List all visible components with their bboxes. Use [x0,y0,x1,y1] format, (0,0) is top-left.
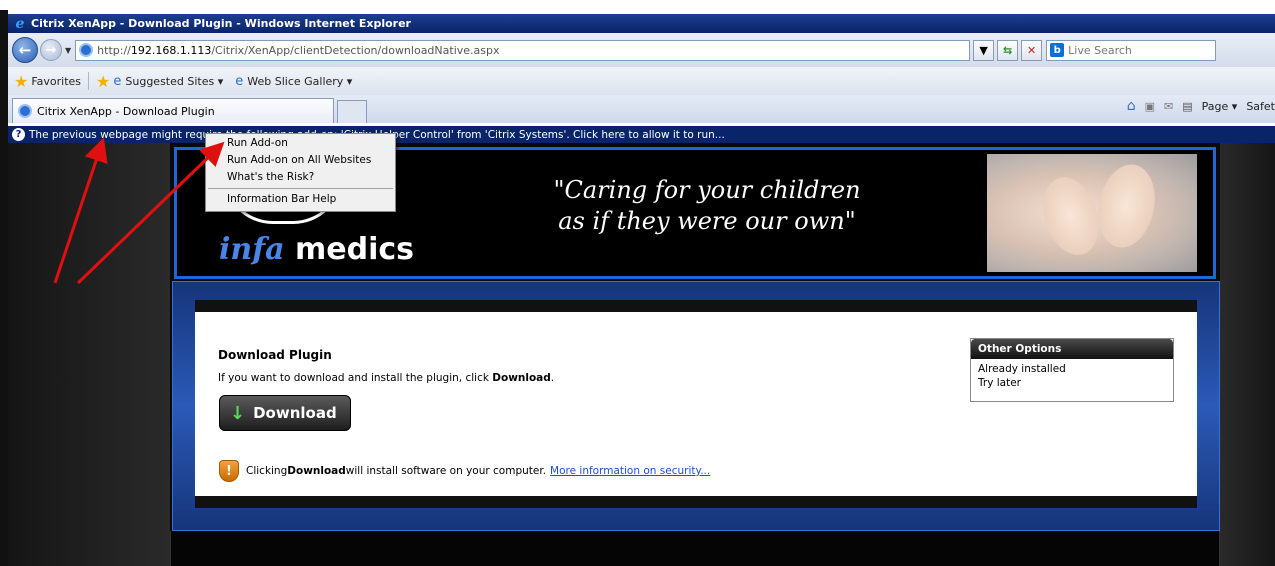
command-bar: ⌂ ▣ ✉ ▤ Page ▾ Safet [1118,98,1275,114]
home-icon[interactable]: ⌂ [1127,98,1136,114]
download-button[interactable]: ↓ Download [219,395,351,431]
add-to-favorites-icon[interactable]: ★ [96,72,110,91]
page-left-margin [8,143,170,566]
security-notice: ! Clicking Download will install softwar… [219,460,710,482]
page-right-margin [1220,143,1275,566]
address-path: /Citrix/XenApp/clientDetection/downloadN… [211,43,500,57]
refresh-button[interactable]: ⇆ [997,39,1019,61]
site-slogan: "Caring for your children as if they wer… [507,175,907,237]
web-slice-icon: e [235,73,244,89]
browser-window: e Citrix XenApp - Download Plugin - Wind… [0,0,1275,566]
suggested-sites-label: Suggested Sites ▾ [125,74,224,88]
menu-whats-the-risk[interactable]: What's the Risk? [206,169,395,186]
page-footer-area [170,531,1220,566]
forward-button[interactable]: → [40,39,62,61]
web-page: infa medics "Caring for your children as… [8,143,1275,566]
feeds-icon[interactable]: ▣ [1145,100,1155,113]
window-title: Citrix XenApp - Download Plugin - Window… [31,17,411,30]
menu-run-addon-all-websites[interactable]: Run Add-on on All Websites [206,152,395,169]
tab-label: Citrix XenApp - Download Plugin [37,104,215,118]
favorites-bar: ★ Favorites ★ e Suggested Sites ▾ e Web Sl… [8,67,1275,95]
favorites-button[interactable]: Favorites [31,75,81,88]
download-heading: Download Plugin [218,348,332,362]
address-bar[interactable]: http://192.168.1.113/Citrix/XenApp/clien… [75,39,971,61]
slogan-line-1: "Caring for your children [553,176,861,204]
menu-information-bar-help[interactable]: Information Bar Help [206,191,395,208]
window-left-edge [0,10,8,566]
info-question-icon: ? [12,128,25,141]
download-instructions: If you want to download and install the … [218,372,555,384]
live-search-icon: b [1050,43,1065,57]
other-options-box: Other Options Already installed Try late… [970,338,1174,402]
new-tab-button[interactable] [337,100,367,123]
favorites-divider [88,72,90,90]
web-slice-gallery-link[interactable]: e Web Slice Gallery ▾ [235,74,352,89]
search-placeholder: Live Search [1068,43,1132,57]
logo-italic: infa [219,232,285,267]
download-panel: Download Plugin If you want to download … [195,300,1197,508]
content-frame: Download Plugin If you want to download … [172,281,1220,531]
address-dropdown-button[interactable]: ▼ [973,39,995,61]
page-menu[interactable]: Page ▾ [1202,100,1238,113]
recent-pages-dropdown-icon[interactable]: ▼ [65,46,71,55]
suggested-sites-link[interactable]: e Suggested Sites ▾ [113,74,223,89]
address-row: ← → ▼ http://192.168.1.113/Citrix/XenApp… [8,33,1275,67]
already-installed-link[interactable]: Already installed [971,362,1173,376]
safety-menu[interactable]: Safet [1246,100,1275,113]
favorites-star-icon[interactable]: ★ [14,72,28,91]
try-later-link[interactable]: Try later [971,376,1173,390]
tab-citrix-download[interactable]: Citrix XenApp - Download Plugin [12,98,334,123]
tab-favicon-icon [18,104,32,118]
page-icon [79,43,94,57]
ie-logo-icon: e [15,15,25,32]
web-slice-label: Web Slice Gallery ▾ [247,74,353,88]
tab-row: Citrix XenApp - Download Plugin ⌂ ▣ ✉ ▤ … [8,95,1275,123]
information-bar[interactable]: ? The previous webpage might require the… [8,126,1275,143]
mail-icon[interactable]: ✉ [1164,100,1173,113]
menu-run-addon[interactable]: Run Add-on [206,135,395,152]
back-button[interactable]: ← [12,37,38,63]
slogan-line-2: as if they were our own" [558,207,856,235]
download-button-label: Download [253,404,337,422]
security-shield-icon: ! [219,460,239,482]
other-options-title: Other Options [971,339,1173,359]
print-icon[interactable]: ▤ [1182,100,1192,113]
site-logo: infa medics [219,232,414,267]
stop-button[interactable]: ✕ [1021,39,1043,61]
address-host: 192.168.1.113 [130,43,212,57]
search-input[interactable]: b Live Search [1046,39,1217,61]
infobar-context-menu: Run Add-on Run Add-on on All Websites Wh… [205,133,396,212]
baby-feet-photo [987,154,1197,272]
address-protocol: http:// [97,43,131,57]
download-arrow-icon: ↓ [230,402,246,424]
logo-bold: medics [284,232,415,267]
title-bar: e Citrix XenApp - Download Plugin - Wind… [8,14,1275,33]
security-info-link[interactable]: More information on security... [550,465,710,477]
menu-separator [208,188,393,189]
suggested-sites-icon: e [113,73,122,89]
